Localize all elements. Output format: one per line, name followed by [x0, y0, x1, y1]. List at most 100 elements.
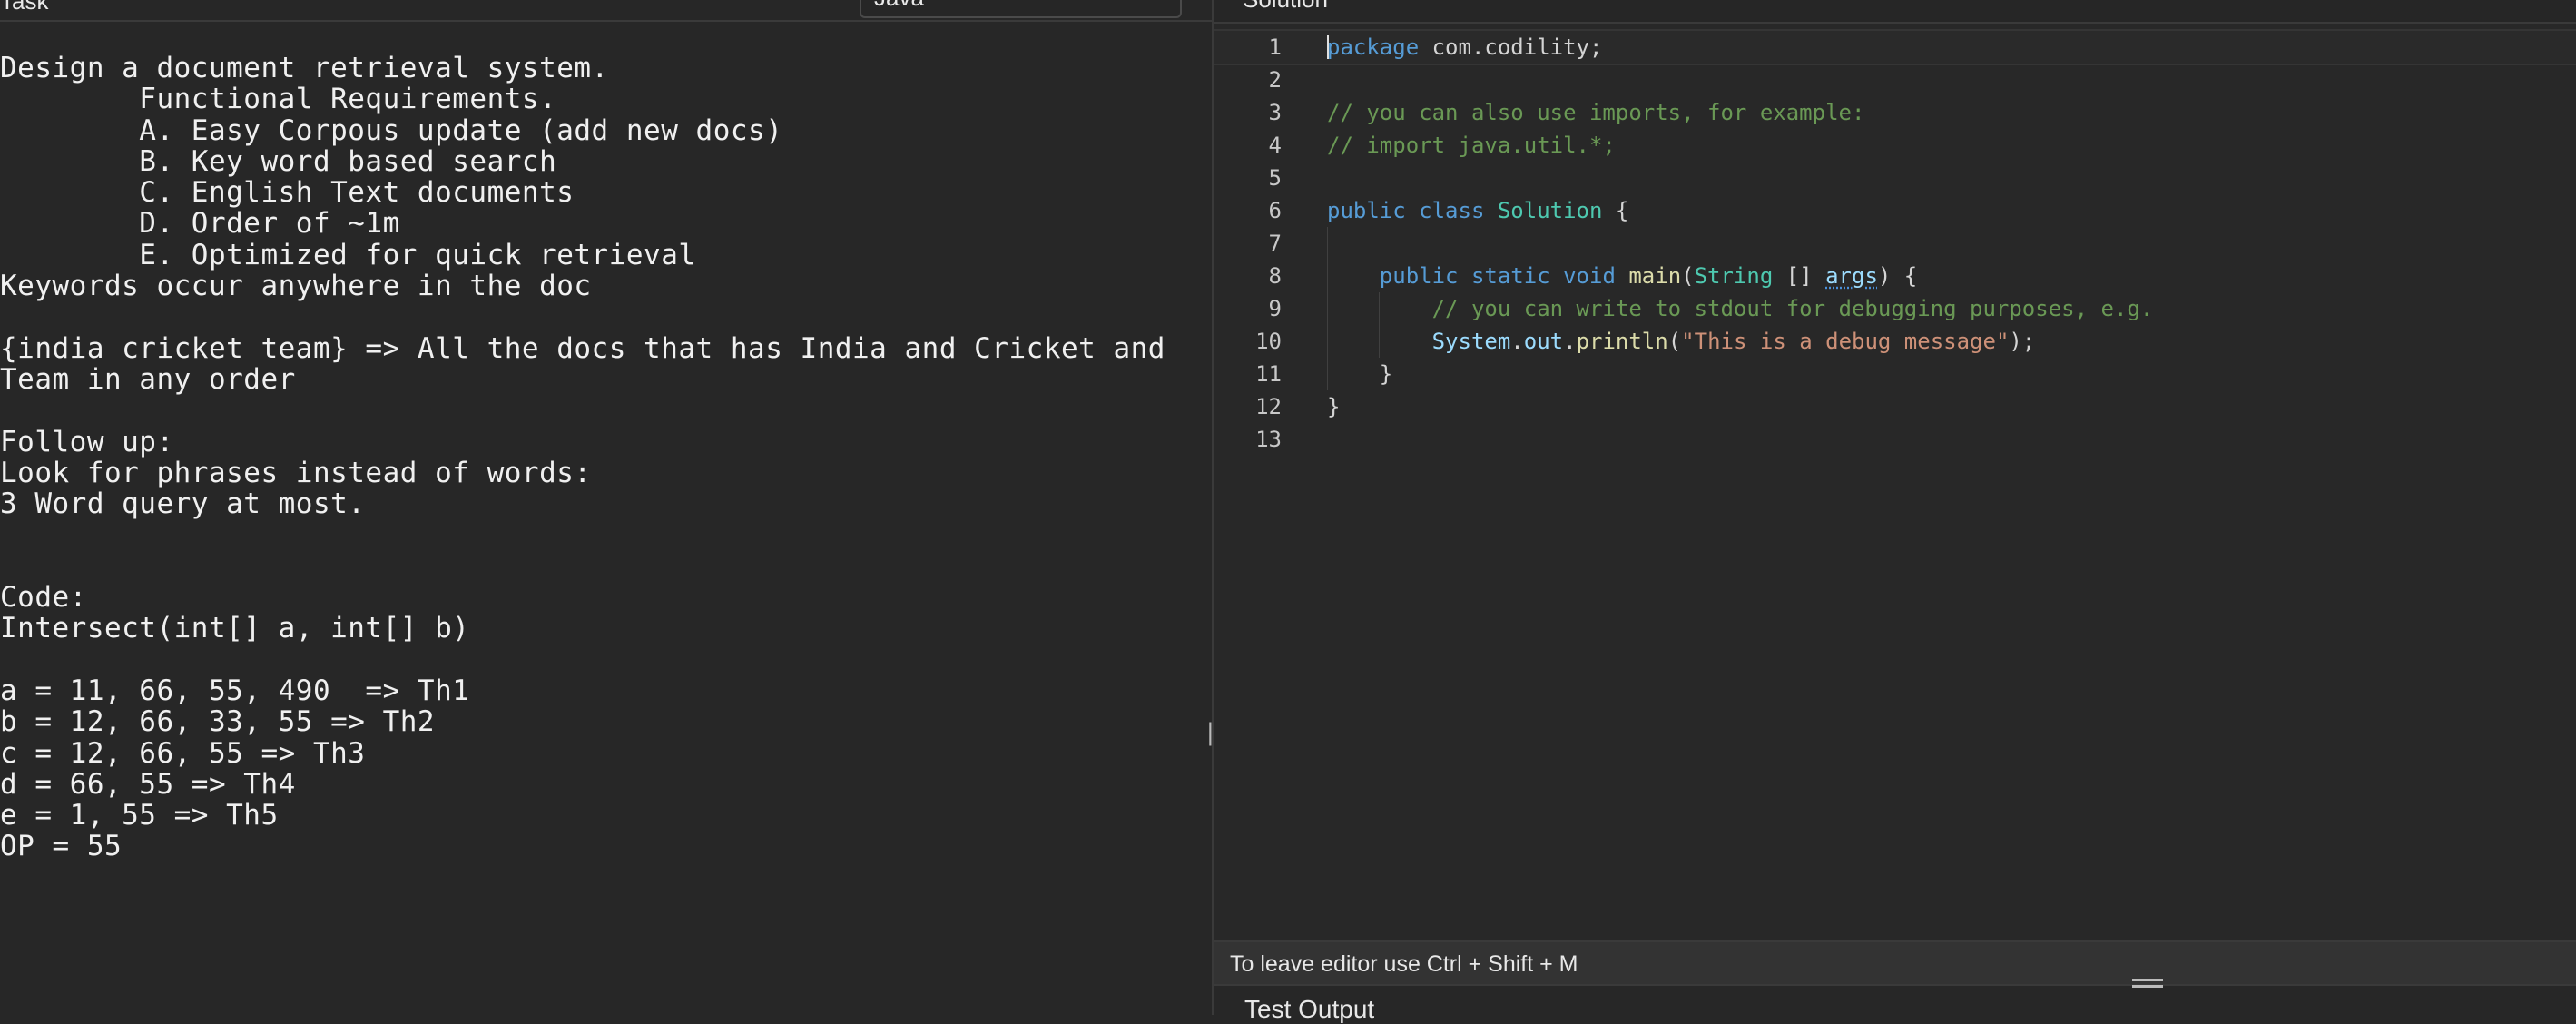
code-editor[interactable]: 1 package com.codility; 2 3 // you can also …: [1214, 24, 2576, 940]
code-line[interactable]: 11 }: [1214, 358, 2576, 390]
indent-guide: [1379, 292, 1380, 358]
code-line[interactable]: 9 // you can write to stdout for debuggi…: [1214, 292, 2576, 325]
task-description-line: a = 11, 66, 55, 490 => Th1: [0, 674, 470, 707]
code-line[interactable]: 10 System.out.println("This is a debug m…: [1214, 325, 2576, 358]
task-description-line: Keywords occur anywhere in the doc: [0, 270, 592, 303]
code-token: .: [1563, 329, 1577, 354]
task-description-line: 3 Word query at most.: [0, 487, 366, 521]
code-line[interactable]: 5: [1214, 162, 2576, 194]
line-number: 8: [1268, 263, 1282, 289]
line-number: 1: [1268, 34, 1282, 60]
indent-guide: [1327, 227, 1328, 390]
line-code: // you can also use imports, for example…: [1327, 96, 1864, 129]
code-token: []: [1773, 263, 1826, 289]
task-description-line: Design a document retrieval system.: [0, 52, 609, 84]
line-number: 10: [1255, 329, 1282, 354]
code-line[interactable]: 13: [1214, 423, 2576, 456]
code-token: String: [1694, 263, 1774, 289]
code-line[interactable]: 2: [1214, 64, 2576, 96]
code-token: }: [1327, 394, 1341, 419]
line-number: 4: [1268, 133, 1282, 158]
code-line[interactable]: 3 // you can also use imports, for exampl…: [1214, 96, 2576, 129]
line-number: 7: [1268, 231, 1282, 256]
code-token: System: [1431, 329, 1511, 354]
code-token: }: [1327, 361, 1393, 387]
code-line[interactable]: 4 // import java.util.*;: [1214, 129, 2576, 162]
task-description-line: Intersect(int[] a, int[] b): [0, 612, 470, 645]
code-token: println: [1576, 329, 1668, 354]
code-line[interactable]: 6 public class Solution {: [1214, 194, 2576, 227]
code-token: class: [1419, 198, 1485, 223]
code-token: {: [1602, 198, 1629, 223]
code-token: );: [2009, 329, 2036, 354]
code-token: out: [1523, 329, 1564, 354]
code-token: .: [1510, 329, 1524, 354]
line-number: 9: [1268, 296, 1282, 321]
code-line[interactable]: 7: [1214, 227, 2576, 260]
task-description: Design a document retrieval system. Func…: [0, 53, 1165, 862]
task-description-line: Team in any order: [0, 362, 296, 396]
task-description-line: A. Easy Corpous update (add new docs): [0, 113, 783, 147]
code-token: public: [1327, 198, 1406, 223]
line-number: 13: [1255, 427, 1282, 452]
text-cursor: [1327, 35, 1329, 59]
code-token: void: [1563, 263, 1616, 289]
code-token: // you can also use imports, for example…: [1327, 100, 1865, 125]
code-token: (: [1667, 329, 1682, 354]
task-description-line: C. English Text documents: [0, 176, 575, 210]
solution-header: Solution: [1214, 0, 2576, 24]
line-number: 3: [1268, 100, 1282, 125]
line-code: System.out.println("This is a debug mess…: [1327, 325, 2036, 358]
code-token: package: [1327, 34, 1420, 60]
code-token: com.codility;: [1419, 34, 1603, 60]
task-description-line: OP = 55: [0, 830, 123, 863]
test-output-panel[interactable]: Test Output: [1214, 984, 2576, 1023]
line-number: 5: [1268, 165, 1282, 191]
task-description-line: e = 1, 55 => Th5: [0, 799, 279, 832]
task-description-line: d = 66, 55 => Th4: [0, 767, 296, 801]
task-header: Task Java: [0, 0, 1212, 22]
task-description-line: {india cricket team} => All the docs tha…: [0, 331, 1165, 365]
line-code: // you can write to stdout for debugging…: [1327, 292, 2154, 325]
editor-status-bar: To leave editor use Ctrl + Shift + M: [1214, 940, 2576, 984]
code-token: static: [1470, 263, 1550, 289]
task-description-line: c = 12, 66, 55 => Th3: [0, 736, 366, 770]
line-code: public static void main(String [] args) …: [1327, 260, 1917, 292]
task-description-line: Functional Requirements.: [0, 83, 557, 116]
leave-editor-hint: To leave editor use Ctrl + Shift + M: [1230, 951, 1578, 977]
task-description-line: Code:: [0, 581, 87, 615]
solution-panel: Solution 1 package com.codility; 2 3 // you …: [1214, 0, 2576, 1023]
task-description-line: B. Key word based search: [0, 144, 557, 178]
language-select-value: Java: [874, 0, 924, 12]
code-token: // you can write to stdout for debugging…: [1431, 296, 2154, 321]
task-description-line: Follow up:: [0, 425, 174, 458]
task-description-line: b = 12, 66, 33, 55 => Th2: [0, 705, 436, 739]
code-token: ) {: [1877, 263, 1918, 289]
line-number: 11: [1255, 361, 1282, 387]
language-select[interactable]: Java: [860, 0, 1182, 18]
task-description-line: D. Order of ~1m: [0, 207, 400, 241]
line-code: }: [1327, 358, 1392, 390]
line-code: package com.codility;: [1327, 31, 1602, 64]
code-line[interactable]: 12}: [1214, 390, 2576, 423]
code-token: public: [1379, 263, 1459, 289]
task-panel: Task Java Design a document retrieval sy…: [0, 0, 1212, 1015]
line-number: 6: [1268, 198, 1282, 223]
code-token: Solution: [1497, 198, 1603, 223]
task-description-line: E. Optimized for quick retrieval: [0, 238, 696, 271]
resize-grip-icon[interactable]: [2132, 975, 2163, 991]
line-number: 2: [1268, 67, 1282, 93]
code-token: args: [1825, 263, 1878, 289]
code-token: main: [1628, 263, 1682, 289]
task-description-line: Look for phrases instead of words:: [0, 456, 592, 489]
code-line[interactable]: 8 public static void main(String [] args…: [1214, 260, 2576, 292]
code-line[interactable]: 1 package com.codility;: [1214, 29, 2576, 65]
line-code: }: [1327, 390, 1340, 423]
code-token: (: [1681, 263, 1695, 289]
